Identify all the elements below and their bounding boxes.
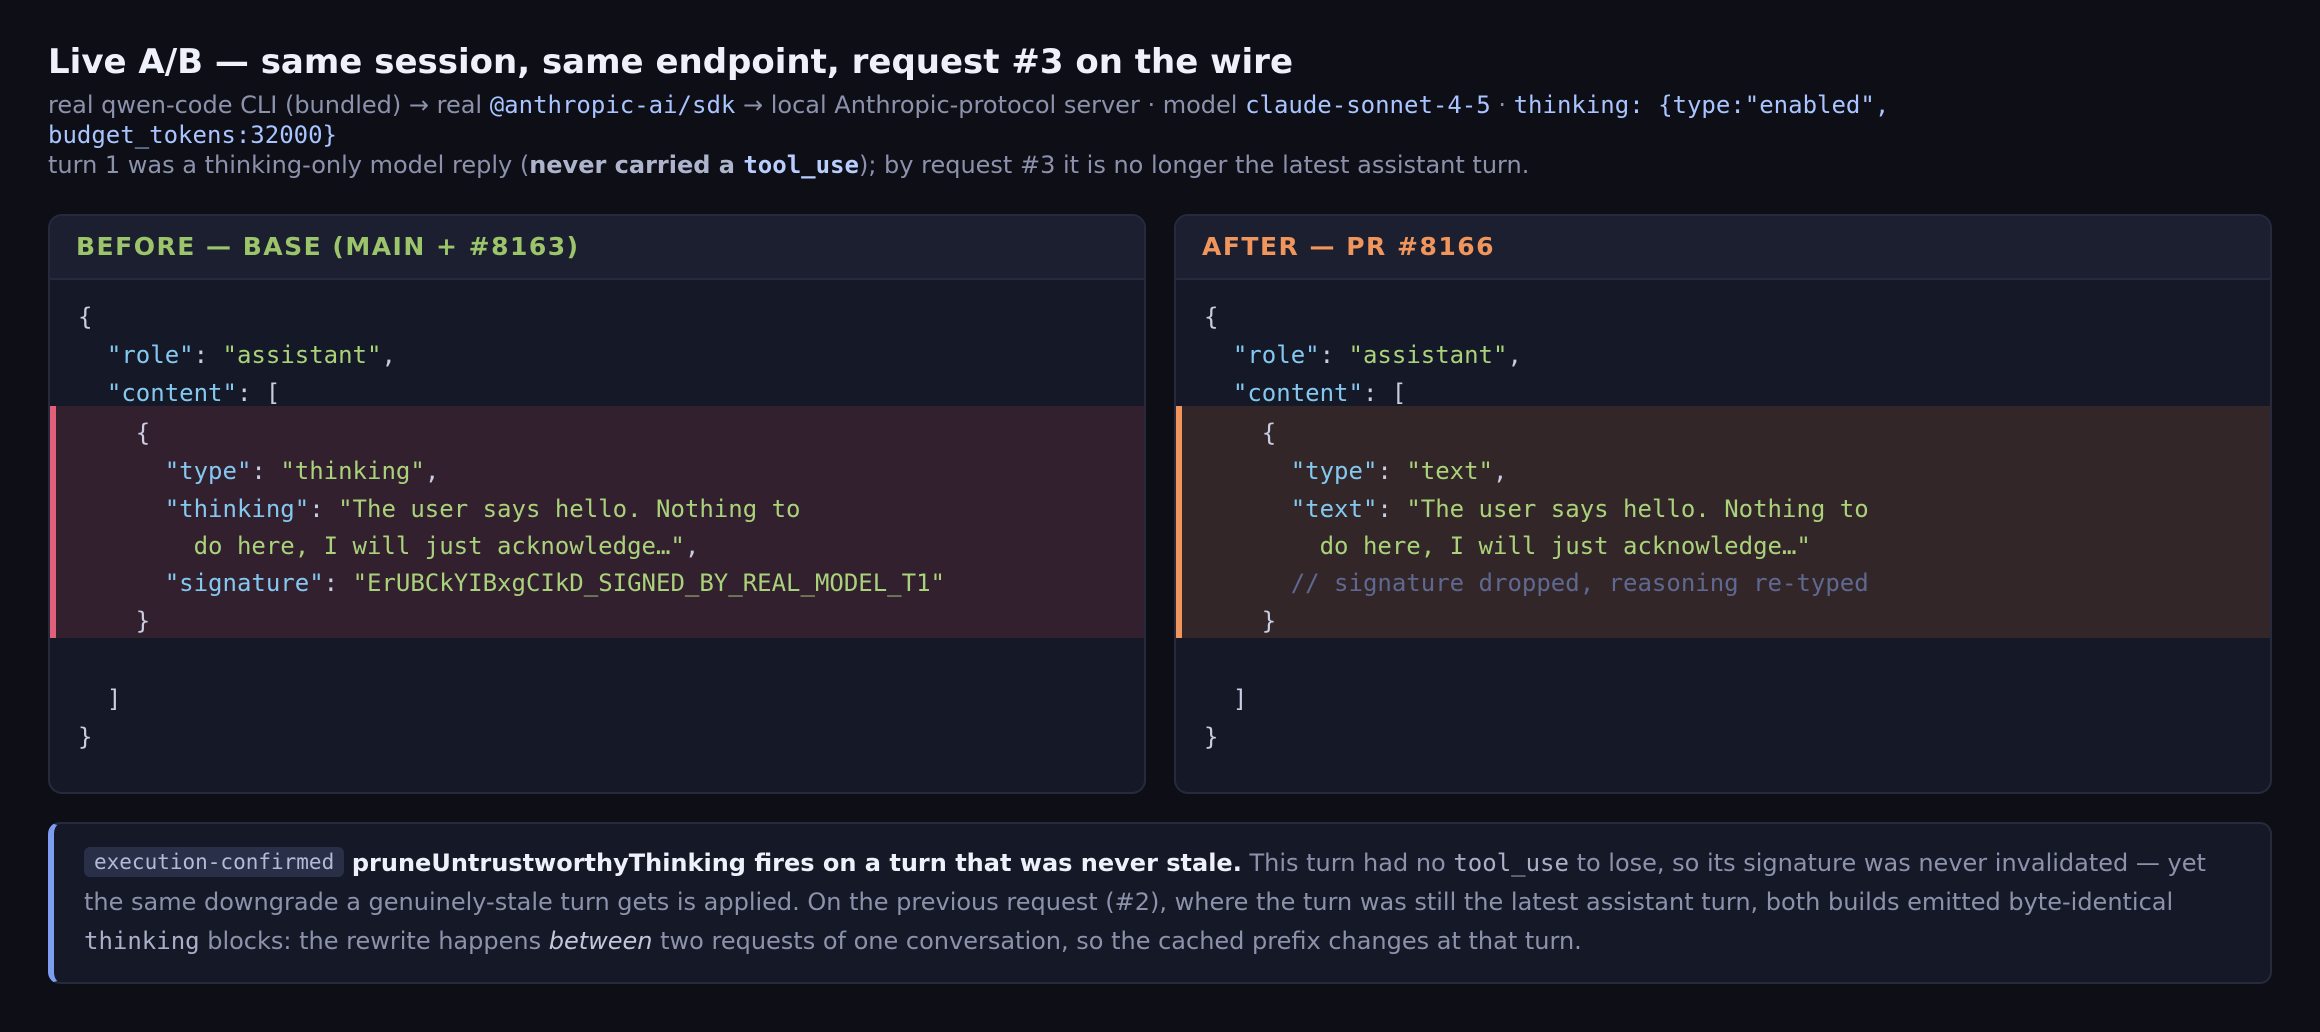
json-key: "text" — [1290, 495, 1378, 523]
before-panel-heading: BEFORE — BASE (MAIN + #8163) — [50, 216, 1144, 280]
json-key: "thinking" — [164, 495, 310, 523]
finding-note: execution-confirmed pruneUntrustworthyTh… — [48, 822, 2272, 984]
code-line: "content": [ — [1232, 379, 1407, 407]
code-line: "thinking": "The user says hello. Nothin… — [164, 495, 801, 523]
thinking-config: thinking: {type:"enabled", — [1513, 91, 1890, 119]
after-panel: AFTER — PR #8166 { "role": "assistant", … — [1174, 214, 2272, 794]
subtitle-text: ); by request #3 it is no longer the lat… — [858, 151, 1530, 179]
note-code: tool_use — [1453, 849, 1569, 877]
json-string: "ErUBCkYIBxgCIkD_SIGNED_BY_REAL_MODEL_T1… — [352, 569, 945, 597]
subtitle-emphasis-text: never carried a — [529, 151, 744, 179]
after-panel-heading: AFTER — PR #8166 — [1176, 216, 2270, 280]
subtitle-text: → local Anthropic-protocol server · mode… — [735, 91, 1246, 119]
code-line: } — [1204, 602, 1276, 640]
brace: { — [1261, 419, 1277, 447]
subtitle-line-2: budget_tokens:32000} — [48, 120, 2272, 150]
json-key: "content" — [106, 379, 237, 407]
code-line: { — [78, 414, 150, 452]
comparison-panels: BEFORE — BASE (MAIN + #8163) { "role": "… — [48, 214, 2272, 794]
json-string: "The user says hello. Nothing to — [1406, 495, 1869, 523]
json-key: "content" — [1232, 379, 1363, 407]
code-line: { — [1204, 414, 1276, 452]
after-code-block: { "role": "assistant", "content": [ { "t… — [1176, 280, 2270, 792]
code-line: { — [78, 298, 92, 336]
code-comment: // signature dropped, reasoning re-typed — [1290, 569, 1869, 597]
thinking-config-cont: budget_tokens:32000} — [48, 121, 337, 149]
json-key: "role" — [106, 341, 194, 369]
model-name: claude-sonnet-4-5 — [1245, 91, 1491, 119]
json-key: "role" — [1232, 341, 1320, 369]
code-line: "text": "The user says hello. Nothing to — [1290, 495, 1869, 523]
sdk-name: @anthropic-ai/sdk — [489, 91, 736, 119]
code-line: ] — [78, 680, 121, 718]
page: Live A/B — same session, same endpoint, … — [0, 0, 2320, 1032]
note-text: This turn had no — [1241, 849, 1454, 877]
brace: } — [135, 607, 151, 635]
subtitle-line-1: real qwen-code CLI (bundled) → real @ant… — [48, 90, 2272, 120]
code-line: } — [1204, 718, 1218, 756]
json-string: do here, I will just acknowledge…" — [1319, 532, 1811, 560]
bracket: ] — [1232, 685, 1248, 713]
code-line: } — [78, 718, 92, 756]
before-code-block: { "role": "assistant", "content": [ { "t… — [50, 280, 1144, 792]
json-string: "The user says hello. Nothing to — [338, 495, 801, 523]
code-line: "content": [ — [106, 379, 281, 407]
subtitle-emphasis: never carried a tool_use — [529, 151, 859, 179]
status-badge: execution-confirmed — [84, 847, 345, 877]
before-panel: BEFORE — BASE (MAIN + #8163) { "role": "… — [48, 214, 1146, 794]
note-text: blocks: the rewrite happens — [199, 927, 549, 955]
json-string: "assistant" — [222, 341, 382, 369]
note-code: thinking — [84, 927, 200, 955]
code-line: do here, I will just acknowledge…" — [1204, 527, 1811, 565]
page-title: Live A/B — same session, same endpoint, … — [48, 42, 1294, 82]
code-line: { — [1204, 298, 1218, 336]
code-line: // signature dropped, reasoning re-typed — [1204, 564, 1869, 602]
json-key: "type" — [1290, 457, 1378, 485]
json-string: "thinking" — [280, 457, 425, 485]
note-emphasis: between — [548, 927, 653, 955]
brace: { — [135, 419, 151, 447]
json-key: "type" — [164, 457, 252, 485]
brace: { — [78, 303, 93, 331]
finding-lead: pruneUntrustworthyThinking fires on a tu… — [351, 849, 1242, 877]
code-line: ] — [1204, 680, 1247, 718]
code-line: "type": "text", — [1290, 457, 1508, 485]
code-line: do here, I will just acknowledge…", — [193, 532, 700, 560]
brace: } — [78, 723, 93, 751]
json-string: do here, I will just acknowledge…" — [193, 532, 685, 560]
bracket: ] — [106, 685, 122, 713]
subtitle-text: real qwen-code CLI (bundled) → real — [48, 91, 490, 119]
subtitle-text: turn 1 was a thinking-only model reply ( — [48, 151, 530, 179]
code-line: "role": "assistant", — [106, 341, 396, 369]
json-key: "signature" — [164, 569, 324, 597]
subtitle-line-3: turn 1 was a thinking-only model reply (… — [48, 150, 2272, 180]
code-line: "role": "assistant", — [1232, 341, 1522, 369]
code-line: "type": "thinking", — [164, 457, 440, 485]
json-string: "assistant" — [1348, 341, 1508, 369]
json-string: "text" — [1406, 457, 1494, 485]
brace: } — [1261, 607, 1277, 635]
brace: { — [1204, 303, 1219, 331]
note-text: two requests of one conversation, so the… — [652, 927, 1582, 955]
subtitle: real qwen-code CLI (bundled) → real @ant… — [48, 90, 2272, 180]
brace: } — [1204, 723, 1219, 751]
tool-use-code: tool_use — [743, 151, 859, 179]
subtitle-separator: · — [1490, 91, 1514, 119]
code-line: "signature": "ErUBCkYIBxgCIkD_SIGNED_BY_… — [164, 569, 945, 597]
code-line: } — [78, 602, 150, 640]
